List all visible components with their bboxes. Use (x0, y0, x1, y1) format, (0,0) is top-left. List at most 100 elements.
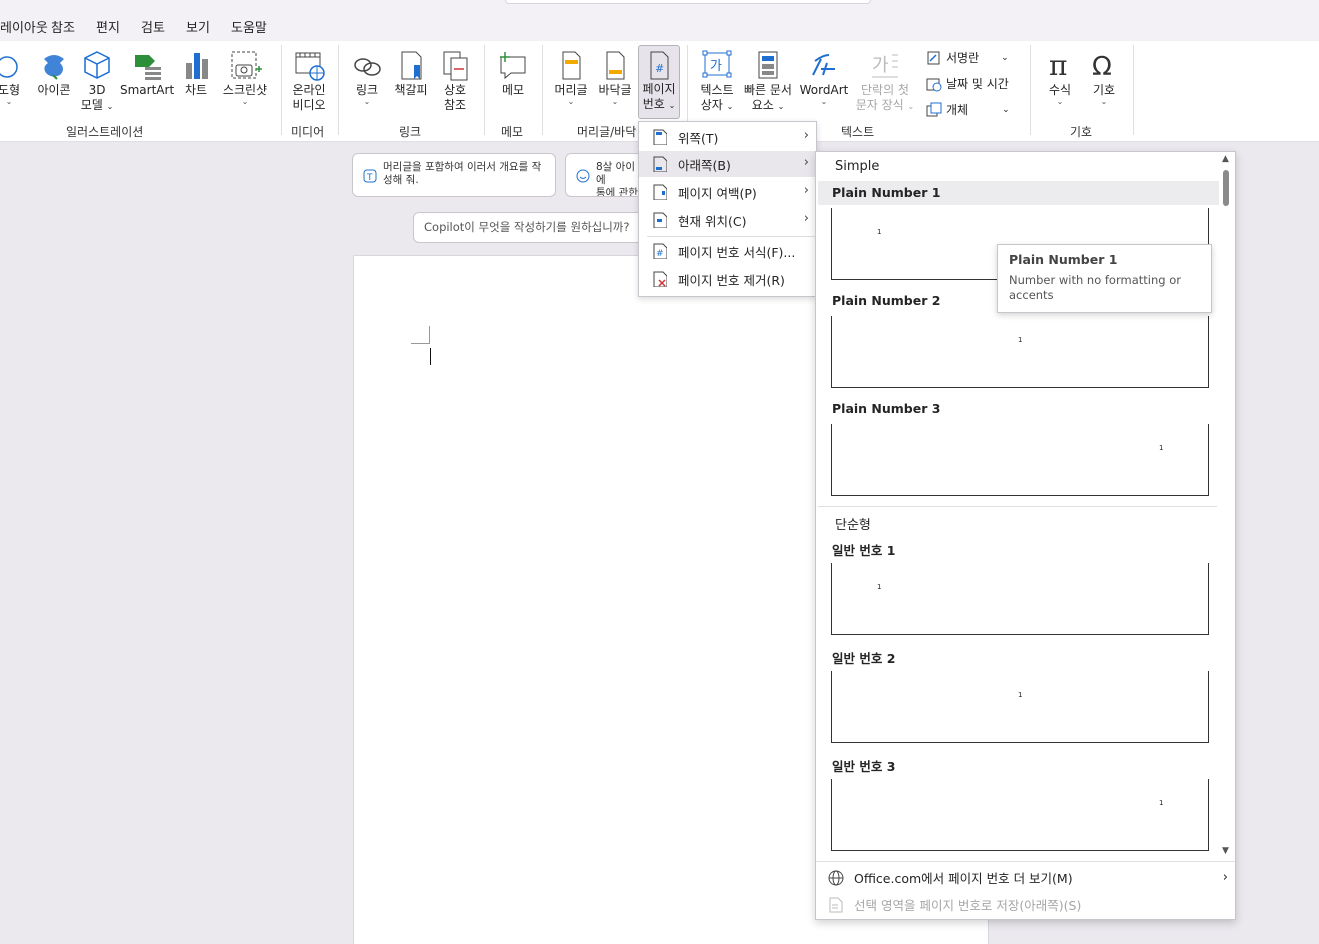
page-number-preview: 1 (877, 228, 882, 236)
menu-item-top-of-page[interactable]: 위쪽(T) › (639, 124, 816, 150)
page-number-button[interactable]: # 페이지 번호 ⌄ (638, 45, 680, 119)
gallery-item-plain-number-3[interactable]: 1 (831, 424, 1209, 496)
save-to-gallery-icon (829, 897, 843, 912)
wordart-icon (812, 54, 835, 76)
tab-references[interactable]: 참조 (51, 17, 75, 36)
header-button[interactable]: 머리글 ⌄ (550, 49, 592, 106)
screenshot-label: 스크린샷 (222, 83, 268, 97)
svg-text:#: # (656, 249, 664, 259)
signature-line-button[interactable]: 서명란 ⌄ (926, 49, 1009, 66)
chevron-right-icon: › (803, 128, 809, 143)
gallery-item-korean-number-2[interactable]: 1 (831, 671, 1209, 743)
group-label-symbols: 기호 (1070, 125, 1093, 139)
group-label-comments: 메모 (501, 125, 524, 139)
footer-label: 바닥글 (598, 83, 632, 97)
smartart-label: SmartArt (120, 83, 175, 97)
copilot-suggestion-text: 머리글을 포함하여 이러서 개요를 작성해 줘. (383, 161, 542, 186)
gallery-scrollbar[interactable]: ▲ ▼ (1221, 154, 1233, 860)
3d-models-button[interactable]: 3D 모델 ⌄ (78, 49, 116, 114)
copilot-prompt-input[interactable]: Copilot이 무엇을 작성하기를 원하십니까? (413, 212, 645, 243)
gallery-item-korean-number-1[interactable]: 1 (831, 563, 1209, 635)
quick-parts-button[interactable]: 빠른 문서 요소 ⌄ (741, 49, 795, 114)
link-button[interactable]: 링크 ⌄ (348, 49, 386, 106)
svg-text:가: 가 (872, 55, 889, 76)
footer-button[interactable]: 바닥글 ⌄ (594, 49, 636, 106)
page-number-preview: 1 (1018, 691, 1023, 699)
cross-reference-icon (443, 51, 468, 81)
text-box-icon: 가 (702, 50, 732, 78)
gallery-item-korean-number-3[interactable]: 1 (831, 779, 1209, 851)
group-label-links: 링크 (399, 125, 422, 139)
icons-icon (44, 55, 64, 80)
shapes-button[interactable]: 도형 ⌄ (0, 49, 24, 106)
cross-reference-button[interactable]: 상호 참조 (436, 49, 474, 113)
scroll-down-icon[interactable]: ▼ (1222, 846, 1229, 856)
screenshot-button[interactable]: 스크린샷 ⌄ (218, 49, 272, 106)
menu-item-current-position[interactable]: 현재 위치(C) › (639, 207, 816, 233)
date-time-button[interactable]: 날짜 및 시간 (926, 75, 1009, 92)
object-icon (926, 102, 942, 116)
tab-layout[interactable]: 레이아웃 (0, 17, 48, 36)
menu-item-page-margins[interactable]: 페이지 여백(P) › (639, 179, 816, 205)
menu-item-bottom-of-page[interactable]: 아래쪽(B) › (639, 151, 816, 177)
menu-item-label: 아래쪽(B) (678, 157, 731, 173)
online-video-button[interactable]: 온라인 비디오 (287, 49, 331, 113)
page-number-preview: 1 (1159, 799, 1164, 807)
menu-divider (647, 236, 815, 237)
chevron-down-icon: ⌄ (1001, 52, 1009, 63)
comment-button[interactable]: 메모 (492, 49, 534, 98)
search-box-edge[interactable] (505, 0, 871, 4)
copilot-placeholder: Copilot이 무엇을 작성하기를 원하십니까? (424, 220, 630, 234)
tab-help[interactable]: 도움말 (231, 17, 267, 36)
copilot-suggestion-card[interactable]: T 머리글을 포함하여 이러서 개요를 작성해 줘. (352, 153, 556, 197)
date-time-label: 날짜 및 시간 (946, 77, 1009, 91)
gallery-item-title: 일반 번호 2 (832, 651, 896, 666)
chevron-right-icon: › (803, 183, 809, 198)
tab-review[interactable]: 검토 (141, 17, 165, 36)
bookmark-button[interactable]: 책갈피 (390, 49, 432, 98)
more-page-numbers-from-office[interactable]: Office.com에서 페이지 번호 더 보기(M) › (828, 868, 1228, 887)
chevron-down-icon: ⌄ (820, 97, 828, 106)
copilot-suggestion-card-2[interactable]: 8살 아이에 통에 관한 (565, 153, 645, 197)
equation-button[interactable]: π 수식 ⌄ (1040, 49, 1080, 106)
chevron-down-icon: ⌄ (726, 102, 734, 111)
page-number-label-2-row: 번호 ⌄ (639, 97, 679, 113)
save-selection-as-page-number[interactable]: 선택 영역을 페이지 번호로 저장(아래쪽)(S) (828, 895, 1081, 914)
scroll-up-icon[interactable]: ▲ (1222, 154, 1229, 164)
menu-bar: 레이아웃 참조 편지 검토 보기 도움말 (0, 0, 1319, 41)
format-page-number-icon: # (653, 243, 667, 259)
footer-divider (816, 861, 1235, 862)
quick-parts-label-2: 요소 (751, 98, 774, 112)
smartart-button[interactable]: SmartArt (120, 49, 174, 98)
online-video-label-1: 온라인 (292, 83, 326, 97)
menu-item-label: 페이지 번호 서식(F)... (678, 244, 796, 260)
calendar-clock-icon (926, 78, 942, 91)
smile-icon (576, 169, 590, 183)
page-number-icon: # (650, 51, 669, 80)
menu-item-remove-page-numbers[interactable]: 페이지 번호 제거(R) (639, 266, 816, 292)
header-label: 머리글 (554, 83, 588, 97)
tab-view[interactable]: 보기 (186, 17, 210, 36)
wordart-button[interactable]: WordArt ⌄ (798, 49, 850, 106)
chevron-down-icon: ⌄ (777, 102, 785, 111)
object-button[interactable]: 개체 ⌄ (926, 101, 1010, 118)
3d-label-1: 3D (88, 83, 106, 97)
menu-item-format-page-numbers[interactable]: # 페이지 번호 서식(F)... (639, 238, 816, 264)
chevron-down-icon: ⌄ (1056, 97, 1064, 106)
scrollbar-thumb[interactable] (1223, 170, 1229, 206)
group-separator (338, 45, 339, 135)
smartart-icon (135, 55, 161, 80)
group-label-media: 미디어 (291, 125, 325, 139)
icons-button[interactable]: 아이콘 (34, 49, 74, 98)
save-selection-label: 선택 영역을 페이지 번호로 저장(아래쪽)(S) (854, 898, 1082, 913)
page-number-preview: 1 (1159, 444, 1164, 452)
tab-mailings[interactable]: 편지 (96, 17, 120, 36)
text-box-button[interactable]: 가 텍스트 상자 ⌄ (695, 49, 739, 114)
chevron-right-icon: › (803, 211, 809, 226)
group-label-text: 텍스트 (841, 125, 875, 139)
drop-cap-button[interactable]: 가 단락의 첫 문자 장식 ⌄ (852, 49, 918, 114)
symbol-button[interactable]: Ω 기호 ⌄ (1084, 49, 1124, 106)
chevron-down-icon: ⌄ (567, 97, 575, 106)
chart-button[interactable]: 차트 (178, 49, 214, 98)
gallery-item-plain-number-2[interactable]: 1 (831, 316, 1209, 388)
